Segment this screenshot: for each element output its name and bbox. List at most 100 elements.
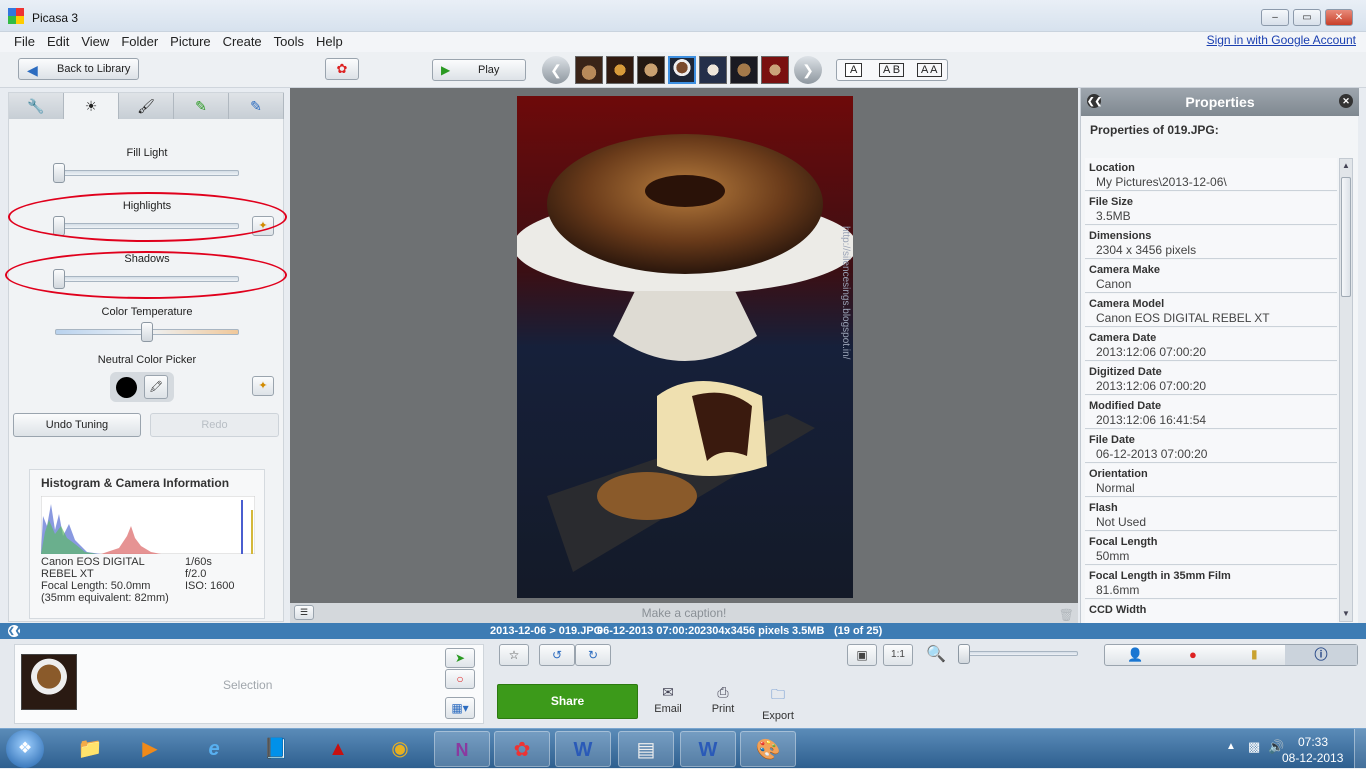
scrollbar-thumb[interactable] <box>1341 177 1351 297</box>
rotate-left-button[interactable]: ↺ <box>539 644 575 666</box>
shadows-annotation-ellipse <box>5 251 287 299</box>
selection-thumbnail[interactable] <box>21 654 77 710</box>
neutral-color-swatch[interactable] <box>116 377 137 398</box>
menu-folder[interactable]: Folder <box>115 33 164 51</box>
collapse-properties-icon[interactable]: ❮❮ <box>1087 94 1102 108</box>
album-button[interactable]: ▦▾ <box>445 697 475 719</box>
tab-effects[interactable]: 🖌 <box>119 93 174 119</box>
menu-file[interactable]: File <box>8 33 41 51</box>
play-button[interactable]: ▶ Play <box>432 59 526 81</box>
menu-tools[interactable]: Tools <box>268 33 310 51</box>
notepad-taskbar-icon[interactable]: ▤ <box>618 731 674 767</box>
tab-basic-fixes[interactable]: 🔧 <box>9 93 64 119</box>
map-pin-icon[interactable]: ● <box>1189 647 1197 662</box>
explorer-taskbar-icon[interactable]: 📁 <box>62 731 118 767</box>
restore-button[interactable]: ▭ <box>1293 9 1321 26</box>
tab-even-more-effects[interactable]: ✎ <box>229 93 284 119</box>
fit-button[interactable]: ▣ <box>847 644 877 666</box>
property-row: Camera Make Canon <box>1085 260 1337 293</box>
star-button[interactable]: ☆ <box>499 644 529 666</box>
caption-toggle-button[interactable]: ☰ <box>294 605 314 620</box>
tab-tuning[interactable]: ☀ <box>64 93 119 119</box>
network-icon[interactable]: ▩ <box>1248 739 1260 755</box>
filmstrip-thumb[interactable] <box>730 56 758 84</box>
menu-edit[interactable]: Edit <box>41 33 75 51</box>
undo-tuning-button[interactable]: Undo Tuning <box>13 413 141 437</box>
minimize-button[interactable]: – <box>1261 9 1289 26</box>
chrome-taskbar-icon[interactable]: ◉ <box>372 731 428 767</box>
book-app-taskbar-icon[interactable]: 📘 <box>248 731 304 767</box>
paint-taskbar-icon[interactable]: 🎨 <box>740 731 796 767</box>
print-button[interactable]: ⎙ Print <box>705 684 741 715</box>
fill-light-slider[interactable] <box>53 163 65 183</box>
show-desktop-button[interactable] <box>1354 729 1366 769</box>
scroll-down-arrow-icon[interactable]: ▼ <box>1340 607 1352 621</box>
eyedropper-button[interactable]: 🖍 <box>144 375 168 399</box>
scroll-up-arrow-icon[interactable]: ▲ <box>1340 159 1352 173</box>
picture-tray-button[interactable]: ✿ <box>325 58 359 80</box>
close-properties-icon[interactable]: ✕ <box>1339 94 1353 108</box>
properties-scrollbar[interactable]: ▲ ▼ <box>1339 158 1353 622</box>
rotate-right-button[interactable]: ↻ <box>575 644 611 666</box>
onenote-taskbar-icon[interactable]: N <box>434 731 490 767</box>
close-button[interactable]: ✕ <box>1325 9 1353 26</box>
internet-explorer-taskbar-icon[interactable]: e <box>186 731 242 767</box>
back-to-library-button[interactable]: ◀ Back to Library <box>18 58 139 80</box>
property-key: CCD Width <box>1089 604 1147 616</box>
menu-create[interactable]: Create <box>217 33 268 51</box>
tags-icon[interactable]: ▮ <box>1251 647 1258 661</box>
filmstrip-thumb[interactable] <box>761 56 789 84</box>
property-value: 2013:12:06 07:00:20 <box>1096 345 1207 359</box>
export-button[interactable]: 🗀 Export <box>759 684 797 722</box>
menu-help[interactable]: Help <box>310 33 349 51</box>
sign-in-link[interactable]: Sign in with Google Account <box>1207 33 1356 47</box>
clear-button[interactable]: ○ <box>445 669 475 689</box>
filmstrip-thumb-selected[interactable] <box>668 56 696 84</box>
property-value: My Pictures\2013-12-06\ <box>1096 175 1227 189</box>
caption-input[interactable]: Make a caption! <box>642 606 727 620</box>
hold-button[interactable]: ➤ <box>445 648 475 668</box>
previous-photo-button[interactable]: ❮ <box>542 56 570 84</box>
main-photo[interactable]: http://silencesings.blogspot.in/ <box>517 96 853 598</box>
filmstrip-thumb[interactable] <box>575 56 603 84</box>
view-dual-button[interactable]: A A <box>917 63 942 77</box>
filmstrip-thumb[interactable] <box>699 56 727 84</box>
word-taskbar-icon-1[interactable]: W <box>555 731 611 767</box>
acrobat-taskbar-icon[interactable]: ▲ <box>310 731 366 767</box>
property-key: File Size <box>1089 196 1134 208</box>
zoom-slider[interactable] <box>958 644 970 664</box>
auto-color-button[interactable]: ✦ <box>252 376 274 396</box>
property-value: 2013:12:06 16:41:54 <box>1096 413 1207 427</box>
people-icon[interactable]: 👤 <box>1127 647 1143 663</box>
word-taskbar-icon-2[interactable]: W <box>680 731 736 767</box>
menu-picture[interactable]: Picture <box>164 33 216 51</box>
filmstrip-thumb[interactable] <box>637 56 665 84</box>
trash-icon[interactable]: 🗑 <box>1059 605 1074 625</box>
view-compare-button[interactable]: A B <box>879 63 905 77</box>
neutral-picker-label: Neutral Color Picker <box>97 354 197 366</box>
status-bar: ❮❮ 2013-12-06 > 019.JPG 06-12-2013 07:00… <box>0 623 1366 639</box>
color-temperature-slider[interactable] <box>141 322 153 342</box>
menu-view[interactable]: View <box>75 33 115 51</box>
redo-button[interactable]: Redo <box>150 413 279 437</box>
next-photo-button[interactable]: ❯ <box>794 56 822 84</box>
media-player-taskbar-icon[interactable]: ▶ <box>122 731 178 767</box>
expand-panel-icon[interactable]: ❮❮ <box>8 625 21 637</box>
picasa-taskbar-icon[interactable]: ✿ <box>494 731 550 767</box>
start-button[interactable]: ❖ <box>6 730 44 768</box>
tab-more-effects[interactable]: ✎ <box>174 93 229 119</box>
info-icon[interactable]: ⓘ <box>1285 645 1357 665</box>
back-label: Back to Library <box>57 63 131 75</box>
zoom-track[interactable] <box>958 651 1078 656</box>
property-key: Flash <box>1089 502 1118 514</box>
share-button[interactable]: Share <box>497 684 638 719</box>
clock-date[interactable]: 08-12-2013 <box>1282 751 1343 765</box>
clock-time[interactable]: 07:33 <box>1298 735 1328 749</box>
properties-panel: ❮❮ Properties ✕ Properties of 019.JPG: L… <box>1080 88 1359 624</box>
view-single-button[interactable]: A <box>845 63 863 77</box>
email-button[interactable]: ✉ Email <box>650 684 686 715</box>
filmstrip-thumb[interactable] <box>606 56 634 84</box>
fill-light-track[interactable] <box>55 170 239 176</box>
actual-size-button[interactable]: 1:1 <box>883 644 913 666</box>
show-hidden-icons[interactable]: ▲ <box>1226 741 1236 752</box>
